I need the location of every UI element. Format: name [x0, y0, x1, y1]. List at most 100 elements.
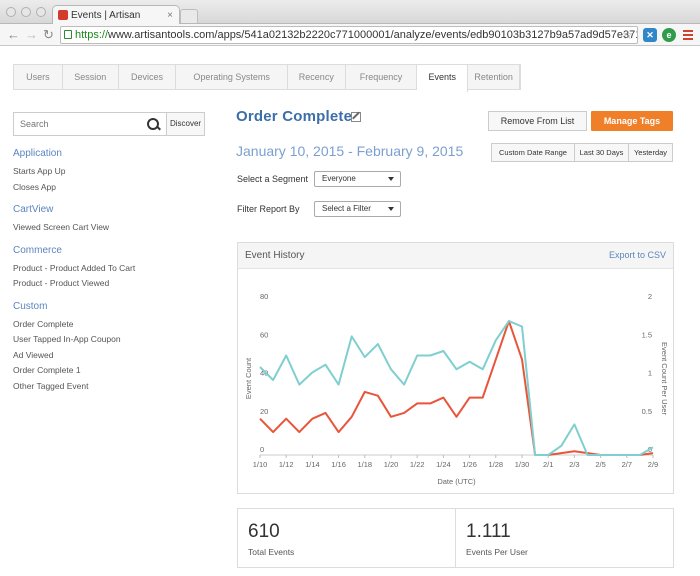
y2-tick-label: 1 [648, 369, 652, 378]
sidebar-event-item[interactable]: Starts App Up [13, 164, 213, 180]
address-bar[interactable]: https://www.artisantools.com/apps/541a02… [60, 26, 638, 44]
artisan-favicon-icon [58, 10, 68, 20]
browser-menu-icon[interactable] [683, 30, 693, 42]
last-30-days-button[interactable]: Last 30 Days [575, 144, 629, 161]
url-scheme: https:// [75, 29, 109, 41]
sidebar-group-title[interactable]: Commerce [13, 245, 213, 256]
date-range-buttons: Custom Date Range Last 30 Days Yesterday [491, 143, 673, 162]
event-history-chart: 02040608000.511.521/10 1/12 1/14 1/16 1/18 1/… [244, 292, 669, 486]
window-zoom-button[interactable] [36, 7, 46, 17]
tab-recency[interactable]: Recency [288, 65, 346, 89]
y2-tick-label: 0.5 [642, 407, 652, 416]
tab-session[interactable]: Session [63, 65, 119, 89]
sidebar-event-item[interactable]: Product - Product Added To Cart [13, 261, 213, 277]
window-close-button[interactable] [6, 7, 16, 17]
tab-users[interactable]: Users [14, 65, 63, 89]
reload-icon[interactable]: ↻ [43, 26, 54, 44]
analytics-tabs: Users Session Devices Operating Systems Rece… [13, 64, 521, 92]
x-tick-label: 1/10 [253, 460, 268, 469]
stat-value: 1.111 [466, 521, 511, 542]
sidebar-event-item[interactable]: Other Tagged Event [13, 379, 213, 395]
discover-button[interactable]: Discover [166, 113, 204, 135]
chevron-down-icon [388, 177, 394, 181]
chevron-down-icon [388, 207, 394, 211]
tab-retention[interactable]: Retention [468, 65, 520, 89]
y2-axis-title: Event Count Per User [660, 342, 669, 415]
tab-operating-systems[interactable]: Operating Systems [176, 65, 288, 89]
x-tick-label: 1/12 [279, 460, 294, 469]
sidebar-group-title[interactable]: Custom [13, 301, 213, 312]
search-input[interactable] [14, 113, 141, 135]
x-tick-label: 2/5 [595, 460, 605, 469]
browser-toolbar: ← → ↻ https://www.artisantools.com/apps/… [0, 24, 700, 46]
extension-bird-icon[interactable]: ✕ [643, 28, 657, 42]
x-tick-label: 1/22 [410, 460, 425, 469]
tab-frequency[interactable]: Frequency [346, 65, 418, 89]
y-axis-title: Event Count [244, 357, 253, 399]
window-minimize-button[interactable] [21, 7, 31, 17]
stat-label: Total Events [248, 547, 295, 557]
stat-value: 610 [248, 521, 280, 542]
x-tick-label: 2/7 [622, 460, 632, 469]
new-tab-button[interactable] [180, 9, 198, 23]
sidebar-event-item[interactable]: Order Complete 1 [13, 363, 213, 379]
series-line-0 [259, 320, 654, 456]
export-csv-link[interactable]: Export to CSV [609, 250, 666, 260]
x-tick-label: 1/24 [436, 460, 451, 469]
x-tick-label: 1/14 [305, 460, 320, 469]
event-history-panel: Event History Export to CSV 0 20 40 60 80 0 0.… [237, 242, 674, 494]
stat-total-events: 610 Total Events [238, 509, 456, 567]
x-axis-title: Date (UTC) [437, 477, 476, 486]
sidebar-event-item[interactable]: Viewed Screen Cart View [13, 220, 213, 236]
y-tick-label: 20 [260, 407, 268, 416]
segment-value: Everyone [322, 174, 356, 183]
y2-tick-label: 1.5 [642, 330, 652, 339]
tab-devices[interactable]: Devices [119, 65, 177, 89]
sidebar-event-item[interactable]: Product - Product Viewed [13, 276, 213, 292]
tab-events[interactable]: Events [417, 65, 469, 92]
sidebar-group-title[interactable]: Application [13, 148, 213, 159]
sidebar-group-title[interactable]: CartView [13, 204, 213, 215]
lock-icon [64, 30, 72, 39]
yesterday-button[interactable]: Yesterday [629, 144, 672, 161]
y-tick-label: 80 [260, 292, 268, 301]
sidebar-event-item[interactable]: Order Complete [13, 317, 213, 333]
search-icon[interactable] [141, 113, 166, 135]
sidebar-event-item[interactable]: Closes App [13, 180, 213, 196]
y2-tick-label: 2 [648, 292, 652, 301]
x-tick-label: 1/18 [357, 460, 372, 469]
bookmark-star-icon[interactable]: ☆ [622, 27, 633, 43]
browser-tab[interactable]: Events | Artisan × [52, 5, 180, 25]
x-tick-label: 1/16 [331, 460, 346, 469]
manage-tags-button[interactable]: Manage Tags [591, 111, 673, 131]
back-arrow-icon[interactable]: ← [7, 26, 20, 44]
series-line-1 [259, 320, 654, 456]
segment-select[interactable]: Everyone [314, 171, 401, 187]
custom-date-range-button[interactable]: Custom Date Range [492, 144, 575, 161]
filter-value: Select a Filter [322, 204, 371, 213]
extension-evernote-icon[interactable]: e [662, 28, 676, 42]
x-tick-label: 1/28 [488, 460, 503, 469]
x-tick-label: 2/3 [569, 460, 579, 469]
event-search: Discover [13, 112, 205, 136]
segment-label: Select a Segment [237, 174, 309, 184]
date-range: January 10, 2015 - February 9, 2015 [236, 143, 464, 159]
close-tab-icon[interactable]: × [167, 6, 173, 25]
stats-bar: 610 Total Events 1.111 Events Per User [237, 508, 674, 568]
x-tick-label: 1/20 [384, 460, 399, 469]
sidebar-event-item[interactable]: User Tapped In-App Coupon [13, 332, 213, 348]
x-tick-label: 2/1 [543, 460, 553, 469]
forward-arrow-icon[interactable]: → [25, 26, 38, 44]
y-tick-label: 0 [260, 445, 264, 454]
filter-label: Filter Report By [237, 204, 300, 214]
stat-events-per-user: 1.111 Events Per User [456, 509, 673, 567]
x-tick-label: 1/30 [515, 460, 530, 469]
event-sidebar: Application Starts App Up Closes App CartVi… [13, 148, 213, 394]
filter-select[interactable]: Select a Filter [314, 201, 401, 217]
sidebar-event-item[interactable]: Ad Viewed [13, 348, 213, 364]
browser-tab-title: Events | Artisan [71, 10, 141, 21]
edit-icon[interactable] [351, 112, 361, 122]
x-tick-label: 1/26 [462, 460, 477, 469]
panel-title: Event History [245, 250, 305, 261]
remove-from-list-button[interactable]: Remove From List [488, 111, 587, 131]
